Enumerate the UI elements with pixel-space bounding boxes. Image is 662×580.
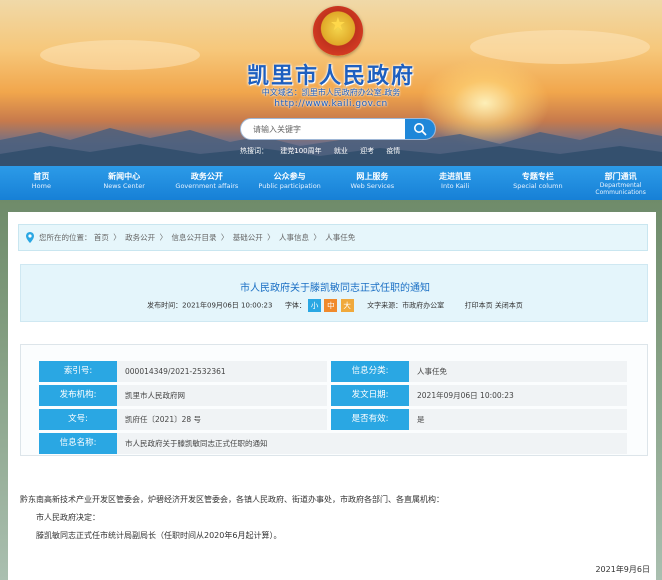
nav-home[interactable]: 首页 Home (0, 166, 83, 200)
location-pin-icon (26, 232, 34, 243)
search-input[interactable] (241, 119, 407, 139)
notice-recipients: 黔东南高新技术产业开发区管委会，炉碧经济开发区管委会，各镇人民政府、街道办事处，… (20, 495, 444, 504)
national-emblem-icon: ★ (313, 6, 363, 56)
nav-label-en: Home (31, 182, 51, 190)
search-button[interactable] (405, 119, 435, 139)
nav-label-en: News Center (103, 182, 145, 190)
font-medium-button[interactable]: 中 (324, 299, 338, 312)
search-icon (414, 123, 427, 136)
category-label: 信息分类: (331, 361, 414, 382)
publisher-value: 凯里市人民政府网 (117, 385, 327, 406)
article-header: 市人民政府关于滕凯敏同志正式任职的通知 发布时间：2021年09月06日 10:… (20, 264, 648, 322)
source-label: 文字来源： (367, 301, 403, 310)
nav-label-en: Departmental (599, 182, 642, 189)
breadcrumb-item-home[interactable]: 首页 (94, 233, 109, 242)
hot-word-link[interactable]: 建党100周年 (280, 147, 321, 155)
breadcrumb-item[interactable]: 信息公开目录 (171, 233, 216, 242)
nav-label: 新闻中心 (108, 172, 141, 181)
publish-time-label: 发布时间： (147, 301, 183, 310)
hot-word-link[interactable]: 疫情 (386, 147, 400, 155)
notice-decision: 市人民政府决定： (36, 513, 100, 522)
validity-value: 是 (409, 409, 627, 430)
nav-label-en: Public participation (258, 182, 321, 190)
nav-label: 公众参与 (273, 172, 306, 181)
breadcrumb-separator: 〉 (267, 233, 275, 242)
nav-label: 专题专栏 (521, 172, 554, 181)
doc-number-value: 凯府任〔2021〕28 号 (117, 409, 327, 430)
breadcrumb-separator: 〉 (113, 233, 121, 242)
font-large-button[interactable]: 大 (340, 299, 354, 312)
breadcrumb-item[interactable]: 人事信息 (279, 233, 309, 242)
article-meta: 发布时间：2021年09月06日 10:00:23 字体： 小 中 大 文字来源… (21, 299, 649, 312)
breadcrumb-item[interactable]: 政务公开 (125, 233, 155, 242)
breadcrumb-item[interactable]: 基础公开 (233, 233, 263, 242)
header-banner: ★ 凯里市人民政府 中文域名：凯里市人民政府办公室.政务 http://www.… (0, 0, 662, 168)
nav-label-en: Special column (513, 182, 563, 190)
issue-date-label: 发文日期: (331, 385, 414, 406)
index-label: 索引号: (39, 361, 122, 382)
breadcrumb-prefix: 您所在的位置： (39, 233, 92, 242)
breadcrumb-separator: 〉 (159, 233, 168, 242)
nav-into-kaili[interactable]: 走进凯里 Into Kaili (414, 166, 497, 200)
notice-content: 滕凯敏同志正式任市统计局副局长（任职时间从2020年6月起计算）。 (36, 531, 282, 540)
hot-search-words: 热搜词： 建党100周年 就业 迎考 疫情 (240, 146, 410, 158)
article-title: 市人民政府关于滕凯敏同志正式任职的通知 (240, 283, 430, 294)
info-name-label: 信息名称: (39, 433, 122, 454)
font-small-button[interactable]: 小 (308, 299, 322, 312)
nav-news-center[interactable]: 新闻中心 News Center (83, 166, 166, 200)
hot-search-label: 热搜词： (240, 147, 268, 155)
info-name-value: 市人民政府关于滕凯敏同志正式任职的通知 (117, 433, 627, 454)
nav-label-en: Into Kaili (441, 182, 470, 190)
hot-word-link[interactable]: 就业 (334, 147, 348, 155)
nav-label: 走进凯里 (439, 172, 472, 181)
nav-label: 政务公开 (190, 172, 223, 181)
site-title: 凯里市人民政府 (246, 63, 415, 89)
nav-special-column[interactable]: 专题专栏 Special column (497, 166, 580, 200)
print-page-link[interactable]: 打印本页 (465, 302, 493, 310)
close-page-link[interactable]: 关闭本页 (495, 302, 523, 310)
doc-number-label: 文号: (39, 409, 122, 430)
site-url[interactable]: http://www.kaili.gov.cn (0, 99, 662, 109)
font-size-label: 字体： (284, 301, 306, 310)
nav-label: 首页 (33, 172, 50, 181)
category-value: 人事任免 (409, 361, 627, 382)
nav-label: 网上服务 (356, 172, 389, 181)
site-chinese-domain: 中文域名：凯里市人民政府办公室.政务 (261, 88, 401, 97)
issue-date-value: 2021年09月06日 10:00:23 (409, 385, 627, 406)
nav-web-services[interactable]: 网上服务 Web Services (331, 166, 414, 200)
publish-time: 2021年09月06日 10:00:23 (182, 301, 273, 310)
validity-label: 是否有效: (331, 409, 414, 430)
nav-government-affairs[interactable]: 政务公开 Government affairs (166, 166, 249, 200)
search-box (240, 118, 436, 140)
publisher-label: 发布机构: (39, 385, 122, 406)
nav-public-participation[interactable]: 公众参与 Public participation (248, 166, 331, 200)
main-content: 您所在的位置： 首页 〉 政务公开 〉 信息公开目录 〉 基础公开 〉 人事信息… (8, 212, 656, 580)
nav-label-en: Communications (595, 189, 646, 196)
nav-label: 部门通讯 (604, 172, 637, 181)
index-value: 000014349/2021-2532361 (117, 361, 327, 382)
nav-label-en: Government affairs (175, 182, 239, 190)
breadcrumb: 您所在的位置： 首页 〉 政务公开 〉 信息公开目录 〉 基础公开 〉 人事信息… (18, 224, 648, 251)
article-source: 市政府办公室 (402, 301, 445, 310)
breadcrumb-separator: 〉 (313, 233, 321, 242)
document-info-table: 索引号: 000014349/2021-2532361 信息分类: 人事任免 发… (20, 344, 648, 456)
breadcrumb-item-current[interactable]: 人事任免 (325, 233, 355, 242)
nav-departmental-communications[interactable]: 部门通讯 Departmental Communications (579, 166, 662, 200)
main-nav: 首页 Home 新闻中心 News Center 政务公开 Government… (0, 166, 662, 200)
nav-label-en: Web Services (350, 182, 395, 190)
notice-date: 2021年9月6日 (595, 565, 650, 574)
hot-word-link[interactable]: 迎考 (360, 147, 374, 155)
breadcrumb-separator: 〉 (220, 233, 229, 242)
